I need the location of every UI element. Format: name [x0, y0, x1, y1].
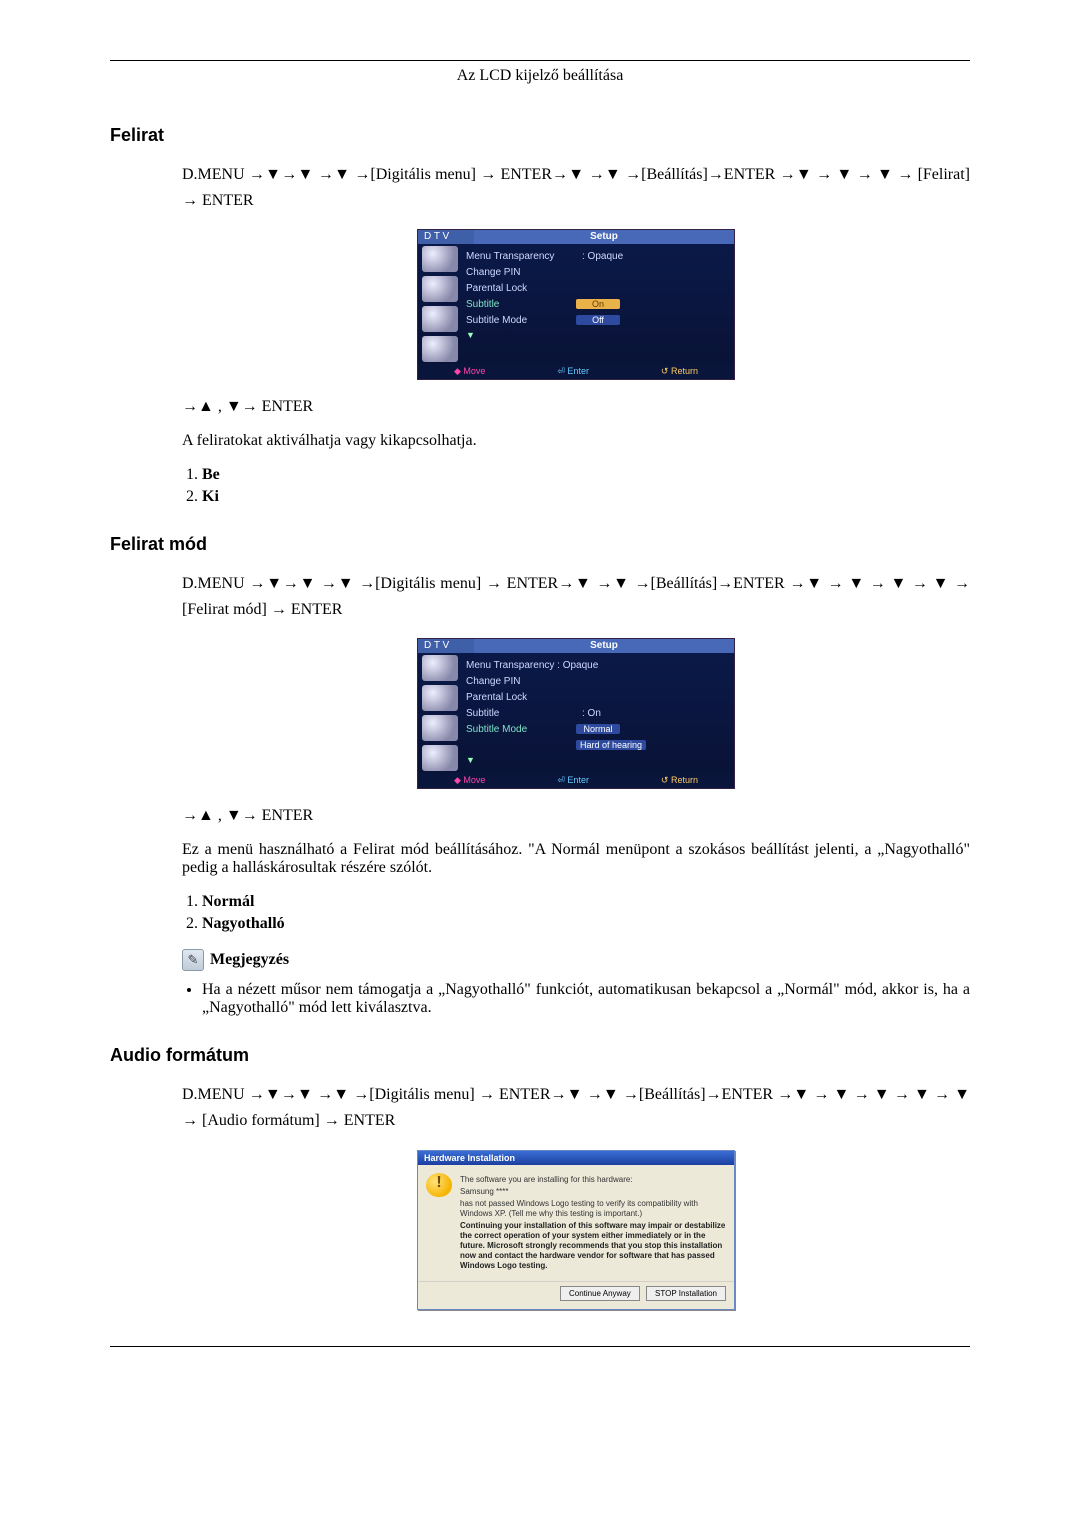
osd-option-normal: Normal: [576, 724, 620, 734]
osd-hint-enter: ⏎ Enter: [557, 366, 589, 377]
option-hoh: Nagyothalló: [202, 915, 285, 932]
option-be: Be: [202, 466, 220, 483]
dialog-text: has not passed Windows Logo testing to v…: [460, 1199, 726, 1219]
osd-item-selected: Subtitle: [466, 299, 576, 310]
osd-item: Subtitle Mode: [466, 315, 576, 326]
osd-item: Menu Transparency : Opaque: [466, 660, 598, 671]
page-body: Az LCD kijelző beállítása Felirat D.MENU…: [110, 60, 970, 1347]
section-desc: A feliratokat aktiválhatja vagy kikapcso…: [182, 432, 970, 450]
osd-item-selected: Subtitle Mode: [466, 724, 576, 735]
warning-icon: [426, 1173, 452, 1197]
osd-icon: [422, 336, 458, 362]
osd-setup-subtitle-mode: D T V Setup Menu Transparency : Opaque C…: [417, 638, 735, 789]
osd-icon: [422, 306, 458, 332]
post-nav: →▲ , ▼→ ENTER: [182, 807, 970, 825]
page-header: Az LCD kijelző beállítása: [110, 67, 970, 85]
osd-dtv-label: D T V: [418, 639, 474, 653]
osd-more-arrow-icon: ▼: [466, 755, 728, 765]
osd-item: Parental Lock: [466, 283, 576, 294]
footer-rule: [110, 1346, 970, 1347]
osd-icon-column: [418, 244, 462, 364]
osd-option-off: Off: [576, 315, 620, 325]
section-audio-title: Audio formátum: [110, 1045, 970, 1066]
osd-dtv-label: D T V: [418, 230, 474, 244]
section-felirat-title: Felirat: [110, 125, 970, 146]
dialog-text: The software you are installing for this…: [460, 1175, 726, 1185]
note-icon: ✎: [182, 949, 204, 971]
windows-hardware-dialog: Hardware Installation The software you a…: [417, 1150, 735, 1310]
osd-option-on: On: [576, 299, 620, 309]
osd-icon: [422, 715, 458, 741]
osd-hint-enter: ⏎ Enter: [557, 775, 589, 786]
osd-item: Subtitle: [466, 708, 576, 719]
osd-value: : On: [576, 708, 601, 719]
dialog-text: Samsung ****: [460, 1187, 726, 1197]
osd-hint-return: ↺ Return: [661, 366, 698, 377]
osd-icon: [422, 685, 458, 711]
osd-icon: [422, 276, 458, 302]
section-desc: Ez a menü használható a Felirat mód beál…: [182, 841, 970, 877]
osd-title: Setup: [474, 639, 734, 653]
osd-title: Setup: [474, 230, 734, 244]
stop-installation-button[interactable]: STOP Installation: [646, 1286, 726, 1301]
section-feliratmod-title: Felirat mód: [110, 534, 970, 555]
osd-item: Parental Lock: [466, 692, 576, 703]
nav-path-feliratmod: D.MENU →▼→▼ →▼ →[Digitális menu] → ENTER…: [182, 571, 970, 622]
continue-anyway-button[interactable]: Continue Anyway: [560, 1286, 640, 1301]
nav-path-felirat: D.MENU →▼→▼ →▼ →[Digitális menu] → ENTER…: [182, 162, 970, 213]
option-list: Be Ki: [182, 466, 970, 506]
option-normal: Normál: [202, 893, 254, 910]
option-list: Normál Nagyothalló: [182, 893, 970, 933]
osd-item: Change PIN: [466, 676, 576, 687]
osd-item: Change PIN: [466, 267, 576, 278]
osd-option-hoh: Hard of hearing: [576, 740, 646, 750]
note-label: Megjegyzés: [210, 951, 289, 969]
osd-hint-move: ◆ Move: [454, 366, 485, 377]
nav-path-audio: D.MENU →▼→▼ →▼ →[Digitális menu] → ENTER…: [182, 1082, 970, 1133]
osd-icon: [422, 745, 458, 771]
osd-more-arrow-icon: ▼: [466, 330, 728, 340]
option-ki: Ki: [202, 488, 219, 505]
osd-icon: [422, 655, 458, 681]
osd-value: : Opaque: [576, 251, 623, 262]
dialog-title: Hardware Installation: [418, 1151, 734, 1165]
post-nav: →▲ , ▼→ ENTER: [182, 398, 970, 416]
osd-setup-subtitle: D T V Setup Menu Transparency: Opaque Ch…: [417, 229, 735, 380]
dialog-warning-text: Continuing your installation of this sof…: [460, 1221, 726, 1271]
osd-icon: [422, 246, 458, 272]
osd-hint-move: ◆ Move: [454, 775, 485, 786]
note-bullet: Ha a nézett műsor nem támogatja a „Nagyo…: [202, 981, 970, 1017]
osd-icon-column: [418, 653, 462, 773]
osd-item: Menu Transparency: [466, 251, 576, 262]
osd-hint-return: ↺ Return: [661, 775, 698, 786]
